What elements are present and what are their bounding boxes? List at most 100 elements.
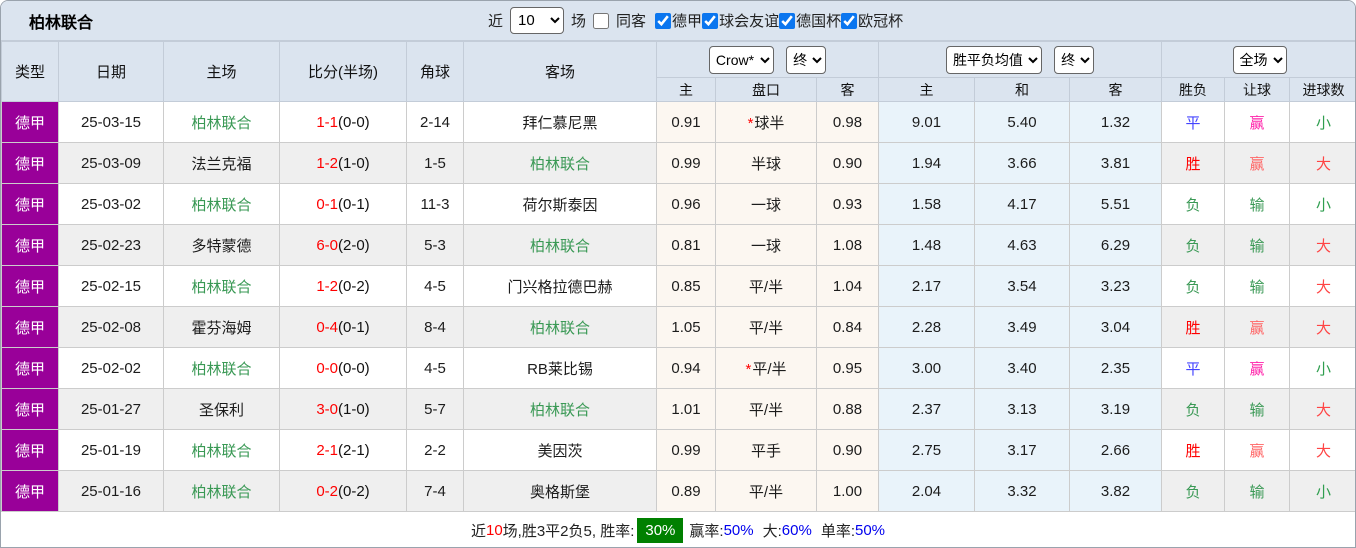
fulltime-score: 0-1 bbox=[316, 195, 338, 213]
corner-count: 8-4 bbox=[406, 306, 464, 348]
match-date: 25-03-15 bbox=[58, 101, 164, 143]
same-away-label: 同客 bbox=[616, 13, 647, 30]
away-team: 柏林联合 bbox=[463, 388, 657, 430]
period-select[interactable]: 全场 bbox=[1232, 45, 1287, 74]
corner-count: 11-3 bbox=[406, 183, 464, 225]
col-header-odds-away: 客 bbox=[815, 77, 880, 102]
result-verdict: 负 bbox=[1161, 388, 1226, 430]
avg-away-odds: 3.19 bbox=[1069, 388, 1163, 430]
col-header-odds-line: 盘口 bbox=[715, 77, 817, 102]
col-header-score: 比分(半场) bbox=[279, 41, 407, 102]
avg-draw-odds: 3.66 bbox=[974, 142, 1071, 184]
handicap-line: 球半 bbox=[754, 114, 785, 132]
match-date: 25-03-02 bbox=[58, 183, 164, 225]
match-date: 25-01-16 bbox=[58, 470, 164, 512]
summary-record: 场,胜3平2负5, 胜率: bbox=[502, 523, 635, 540]
col-header-odds-home: 主 bbox=[656, 77, 716, 102]
avg-home-odds: 1.58 bbox=[878, 183, 976, 225]
handicap-line: 平/半 bbox=[752, 360, 787, 378]
match-score: 0-2(0-2) bbox=[279, 470, 407, 512]
games-label: 场 bbox=[571, 13, 587, 30]
table-row: 德甲 25-02-08 霍芬海姆 0-4(0-1) 8-4 柏林联合 1.05 平/半 0.84… bbox=[1, 306, 1355, 348]
handicap-verdict: 赢 bbox=[1224, 347, 1291, 389]
avg-home-odds: 2.04 bbox=[878, 470, 976, 512]
handicap-verdict: 赢 bbox=[1224, 142, 1291, 184]
halftime-score: (0-2) bbox=[338, 482, 370, 500]
home-team: 法兰克福 bbox=[163, 142, 280, 184]
halftime-score: (0-1) bbox=[338, 318, 370, 336]
match-score: 2-1(2-1) bbox=[279, 429, 407, 471]
col-header-handicap: 让球 bbox=[1224, 77, 1291, 102]
handicap-line-cell: 半球 bbox=[715, 142, 817, 184]
handicap-odds-away: 0.88 bbox=[815, 388, 880, 430]
fulltime-score: 1-1 bbox=[316, 113, 338, 131]
away-team: 奥格斯堡 bbox=[463, 470, 657, 512]
handicap-line-cell: 平/半 bbox=[715, 306, 817, 348]
halftime-score: (0-1) bbox=[338, 195, 370, 213]
league-type-badge: 德甲 bbox=[1, 347, 59, 389]
home-team: 柏林联合 bbox=[163, 265, 280, 307]
same-away-checkbox[interactable] bbox=[593, 12, 610, 29]
league-filter-group: 德甲 球会友谊 德国杯 欧冠杯 bbox=[655, 10, 903, 31]
goals-verdict: 大 bbox=[1289, 224, 1355, 266]
handicap-odds-home: 0.81 bbox=[656, 224, 716, 266]
result-verdict: 负 bbox=[1161, 265, 1226, 307]
avg-state-select[interactable]: 终 bbox=[1054, 45, 1095, 74]
handicap-odds-home: 0.89 bbox=[656, 470, 716, 512]
handicap-odds-away: 0.90 bbox=[815, 142, 880, 184]
match-date: 25-03-09 bbox=[58, 142, 164, 184]
handicap-line: 平/半 bbox=[748, 483, 784, 501]
goals-verdict: 大 bbox=[1289, 142, 1355, 184]
col-header-away: 客场 bbox=[463, 41, 657, 102]
handicap-verdict: 赢 bbox=[1224, 101, 1291, 143]
avg-away-odds: 6.29 bbox=[1069, 224, 1163, 266]
avg-away-odds: 3.23 bbox=[1069, 265, 1163, 307]
avg-draw-odds: 3.49 bbox=[974, 306, 1071, 348]
avg-home-odds: 2.28 bbox=[878, 306, 976, 348]
fulltime-score: 6-0 bbox=[316, 236, 338, 254]
fulltime-score: 2-1 bbox=[316, 441, 338, 459]
league-checkbox-1[interactable] bbox=[655, 12, 672, 29]
fulltime-score: 1-2 bbox=[316, 277, 338, 295]
handicap-odds-away: 1.00 bbox=[815, 470, 880, 512]
avg-draw-odds: 3.17 bbox=[974, 429, 1071, 471]
away-team: 荷尔斯泰因 bbox=[463, 183, 657, 225]
halftime-score: (2-0) bbox=[338, 236, 370, 254]
league-checkbox-4[interactable] bbox=[841, 12, 858, 29]
big-rate-value: 60% bbox=[781, 522, 812, 539]
goals-verdict: 小 bbox=[1289, 470, 1355, 512]
avg-home-odds: 9.01 bbox=[878, 101, 976, 143]
handicap-odds-home: 1.01 bbox=[656, 388, 716, 430]
col-header-avg-draw: 和 bbox=[974, 77, 1071, 102]
corner-count: 7-4 bbox=[406, 470, 464, 512]
handicap-verdict: 输 bbox=[1224, 265, 1291, 307]
league-filter-2: 球会友谊 bbox=[702, 10, 779, 31]
single-rate-label: 单率: bbox=[820, 523, 855, 540]
handicap-odds-home: 0.96 bbox=[656, 183, 716, 225]
bookmaker-state-select[interactable]: 终 bbox=[786, 45, 827, 74]
away-team: 美因茨 bbox=[463, 429, 657, 471]
handicap-line: 平/半 bbox=[748, 319, 784, 337]
goals-verdict: 大 bbox=[1289, 306, 1355, 348]
halftime-score: (1-0) bbox=[338, 400, 370, 418]
avg-type-select[interactable]: 胜平负均值 bbox=[945, 45, 1042, 74]
home-team: 柏林联合 bbox=[163, 101, 280, 143]
home-team: 圣保利 bbox=[163, 388, 280, 430]
avg-away-odds: 5.51 bbox=[1069, 183, 1163, 225]
bookmaker-select[interactable]: Crow* bbox=[708, 45, 774, 74]
halftime-score: (0-0) bbox=[338, 359, 370, 377]
league-checkbox-3[interactable] bbox=[779, 12, 796, 29]
recent-label: 近 bbox=[488, 13, 504, 30]
handicap-odds-home: 0.99 bbox=[656, 142, 716, 184]
handicap-verdict: 输 bbox=[1224, 470, 1291, 512]
league-filter-3: 德国杯 bbox=[779, 10, 841, 31]
goals-verdict: 大 bbox=[1289, 429, 1355, 471]
corner-count: 2-2 bbox=[406, 429, 464, 471]
handicap-odds-home: 0.85 bbox=[656, 265, 716, 307]
league-type-badge: 德甲 bbox=[1, 388, 59, 430]
league-checkbox-2[interactable] bbox=[702, 12, 719, 29]
avg-draw-odds: 3.13 bbox=[974, 388, 1071, 430]
recent-games-select[interactable]: 10 bbox=[510, 7, 565, 34]
league-type-badge: 德甲 bbox=[1, 183, 59, 225]
corner-count: 2-14 bbox=[406, 101, 464, 143]
